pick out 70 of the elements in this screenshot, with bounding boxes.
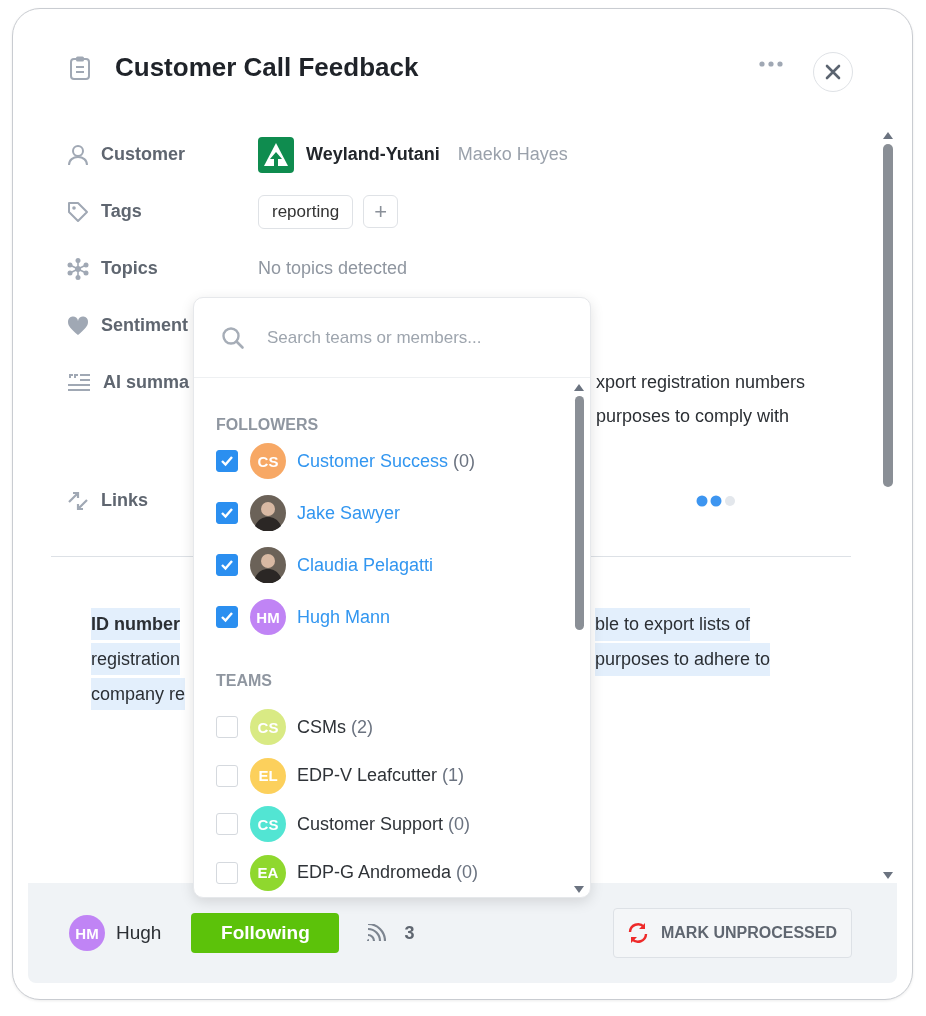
field-label: Topics [101, 258, 158, 279]
initials-avatar: EL [250, 757, 286, 794]
avatar-icon [250, 547, 286, 583]
clipboard-icon [68, 54, 92, 81]
member-name[interactable]: EDP-V Leafcutter (1) [297, 765, 465, 787]
note-text: company re [91, 678, 186, 710]
quote-lines-icon [67, 372, 91, 392]
checkbox[interactable] [216, 450, 238, 472]
member-name[interactable]: Claudia Pelagatti [297, 554, 434, 576]
summary-text: xport registration numbers [596, 371, 806, 394]
search-field[interactable]: Search teams or members... [265, 326, 569, 349]
scroll-down-icon[interactable] [574, 886, 584, 893]
check-icon [220, 455, 234, 467]
check-icon [220, 507, 234, 519]
member-name[interactable]: CSMs (2) [297, 716, 373, 738]
refresh-icon [627, 922, 649, 944]
checkbox[interactable] [216, 606, 238, 628]
initials-avatar: HM [250, 599, 286, 635]
note-text: ble to export lists of [595, 608, 751, 641]
mark-unprocessed-button[interactable]: MARK UNPROCESSED [613, 908, 852, 958]
member-name[interactable]: Customer Success (0) [297, 450, 476, 472]
scrollbar-thumb[interactable] [574, 396, 584, 630]
asterisk-icon [67, 257, 89, 280]
checkbox[interactable] [216, 502, 238, 524]
field-label: Customer [101, 144, 185, 165]
initials-avatar: CS [250, 443, 286, 479]
tag-chip[interactable]: reporting [258, 194, 354, 229]
checkbox[interactable] [216, 554, 238, 576]
scroll-up-icon[interactable] [883, 132, 893, 139]
signal-icon [366, 924, 387, 942]
window-title: Customer Call Feedback [115, 52, 420, 83]
initials-avatar: CS [250, 709, 286, 746]
section-heading: TEAMS [216, 671, 273, 691]
member-name[interactable]: Customer Support (0) [297, 813, 471, 835]
arrows-icon [67, 489, 89, 512]
search-icon [221, 325, 245, 350]
scrollbar-thumb[interactable] [883, 144, 893, 487]
more-icon[interactable] [759, 60, 783, 67]
note-text: purposes to adhere to [595, 643, 771, 676]
avatar-icon [250, 495, 286, 531]
initials-avatar: EA [250, 854, 286, 891]
member-name[interactable]: EDP-G Andromeda (0) [297, 862, 479, 884]
user-icon [67, 143, 89, 166]
field-label: Sentiment [101, 315, 188, 336]
check-icon [220, 559, 234, 571]
close-icon [825, 63, 841, 80]
note-text: ID number [91, 608, 180, 640]
heart-icon [67, 315, 89, 336]
user-avatar: HM [69, 915, 105, 951]
member-name[interactable]: Jake Sawyer [297, 502, 401, 524]
close-button[interactable] [813, 51, 853, 92]
scroll-up-icon[interactable] [574, 384, 584, 391]
scroll-down-icon[interactable] [883, 872, 893, 879]
field-label: AI summa [103, 371, 190, 393]
initials-avatar: CS [250, 806, 286, 843]
member-name[interactable]: Hugh Mann [297, 606, 391, 628]
note-text: registration [91, 643, 181, 675]
summary-text: purposes to comply with [596, 405, 791, 428]
followers-count: 3 [404, 922, 416, 944]
loading-dots-icon [696, 494, 736, 507]
add-tag-button[interactable]: + [363, 195, 399, 228]
topics-value: No topics detected [258, 258, 408, 279]
field-label: Links [101, 490, 148, 511]
tree-logo-icon [258, 136, 294, 173]
user-name: Hugh [116, 922, 162, 944]
field-label: Tags [101, 201, 142, 222]
check-icon [220, 611, 234, 623]
section-heading: FOLLOWERS [216, 415, 320, 435]
tag-icon [67, 200, 89, 223]
company-name[interactable]: Weyland-Yutani [306, 144, 440, 165]
